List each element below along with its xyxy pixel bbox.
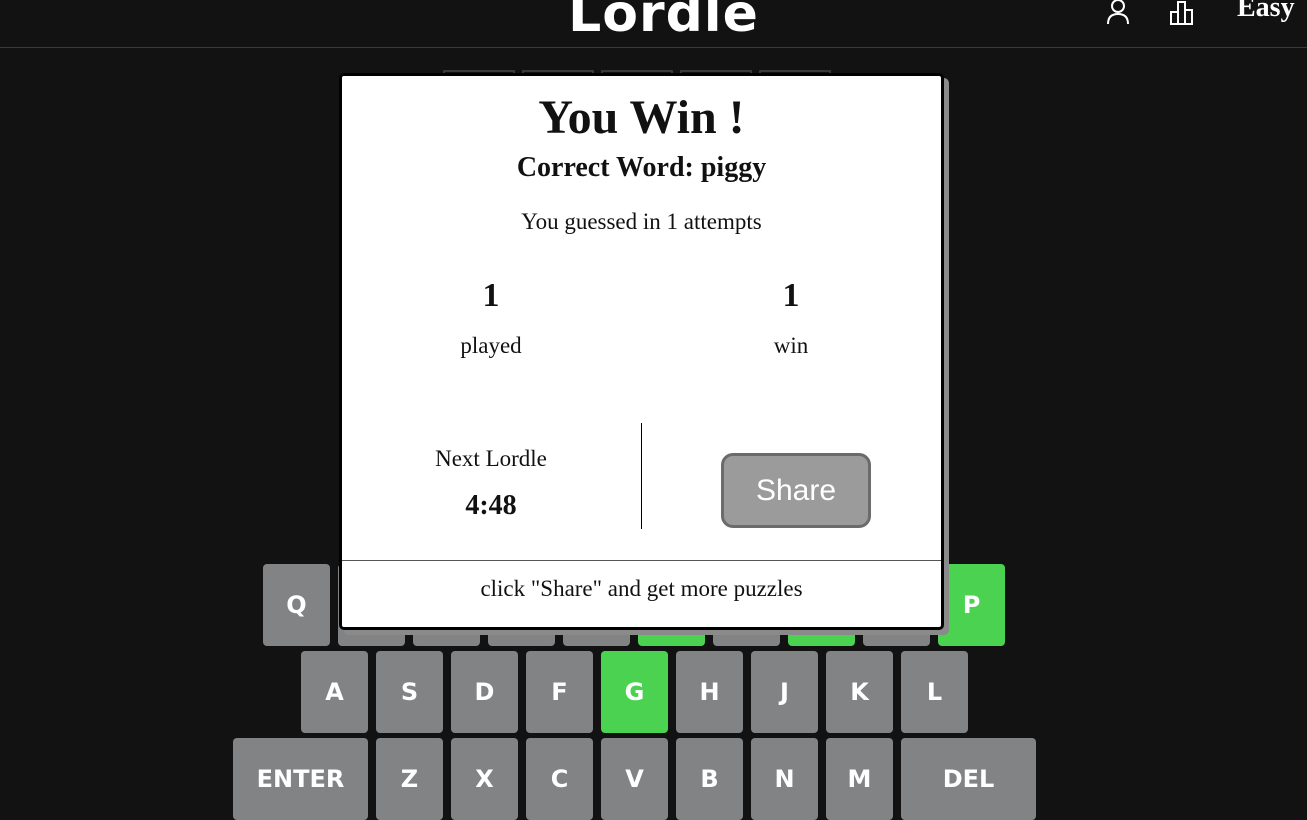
win-modal: You Win ! Correct Word: piggy You guesse…: [339, 73, 944, 630]
key-q[interactable]: Q: [263, 564, 330, 646]
key-c[interactable]: C: [526, 738, 593, 820]
difficulty-mode-label[interactable]: Easy: [1237, 0, 1295, 24]
user-icon[interactable]: [1104, 0, 1132, 26]
key-f[interactable]: F: [526, 651, 593, 733]
stat-win-label: win: [773, 333, 809, 358]
stats-icon[interactable]: [1169, 0, 1197, 26]
stat-win-value: 1: [782, 277, 800, 314]
key-h[interactable]: H: [676, 651, 743, 733]
key-a[interactable]: A: [301, 651, 368, 733]
key-l[interactable]: L: [901, 651, 968, 733]
stat-played-label: played: [460, 333, 522, 358]
stat-played-value: 1: [482, 277, 500, 314]
key-enter[interactable]: ENTER: [233, 738, 368, 820]
countdown-timer: 4:48: [465, 490, 517, 521]
key-v[interactable]: V: [601, 738, 668, 820]
key-j[interactable]: J: [751, 651, 818, 733]
modal-divider: [641, 423, 642, 529]
correct-word: Correct Word: piggy: [516, 152, 767, 183]
modal-footer: click "Share" and get more puzzles: [342, 560, 941, 630]
key-g[interactable]: G: [601, 651, 668, 733]
key-n[interactable]: N: [751, 738, 818, 820]
stat-win: 1 win: [691, 277, 891, 359]
key-m[interactable]: M: [826, 738, 893, 820]
stat-played: 1 played: [391, 277, 591, 359]
key-k[interactable]: K: [826, 651, 893, 733]
app-header: Lordle Easy: [0, 0, 1307, 48]
key-p[interactable]: P: [938, 564, 1005, 646]
key-delete[interactable]: DEL: [901, 738, 1036, 820]
modal-title: You Win !: [538, 91, 745, 144]
key-b[interactable]: B: [676, 738, 743, 820]
key-x[interactable]: X: [451, 738, 518, 820]
attempts-text: You guessed in 1 attempts: [521, 209, 762, 234]
key-z[interactable]: Z: [376, 738, 443, 820]
key-d[interactable]: D: [451, 651, 518, 733]
key-s[interactable]: S: [376, 651, 443, 733]
share-button[interactable]: Share: [721, 453, 871, 528]
next-lordle: Next Lordle 4:48: [391, 446, 591, 522]
next-lordle-label: Next Lordle: [435, 446, 547, 471]
